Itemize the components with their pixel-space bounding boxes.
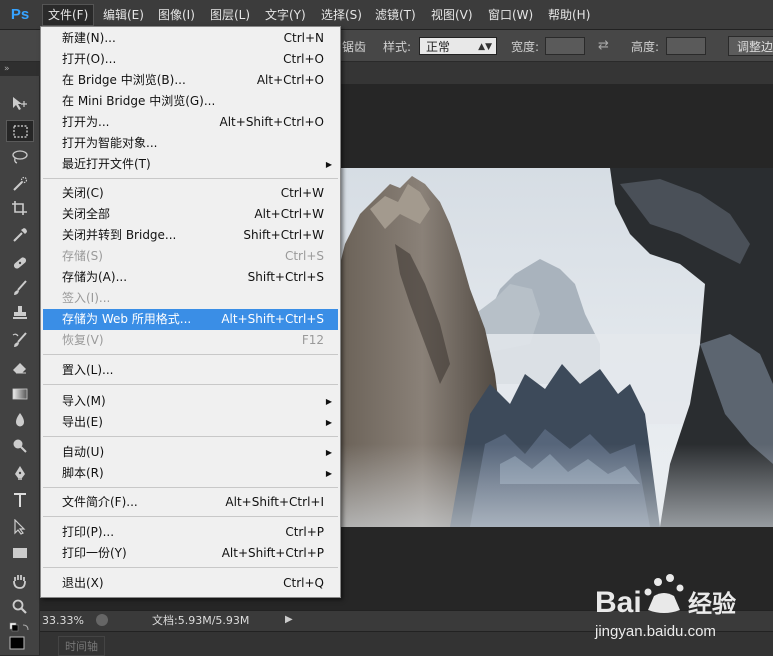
menu-item-open-smart-object[interactable]: 打开为智能对象... [43, 133, 338, 154]
menu-view[interactable]: 视图(V) [426, 5, 478, 25]
width-label: 宽度: [511, 40, 540, 54]
chevron-down-icon: ▲▼ [478, 42, 492, 52]
file-menu: 新建(N)... Ctrl+N 打开(O)... Ctrl+O 在 Bridge 中… [40, 26, 341, 598]
quick-selection-tool[interactable] [6, 173, 34, 195]
clone-stamp-tool[interactable] [6, 302, 34, 324]
height-label: 高度: [631, 40, 660, 54]
baidu-jingyan-watermark: Bai 经验 jingyan.baidu.com [590, 570, 770, 650]
height-input[interactable] [666, 37, 706, 55]
status-menu-arrow-icon[interactable]: ▶ [285, 614, 293, 625]
menu-type[interactable]: 文字(Y) [260, 5, 311, 25]
menu-item-exit[interactable]: 退出(X) Ctrl+Q [43, 573, 338, 594]
document-status-icon[interactable] [96, 614, 108, 626]
menu-item-browse-mini-bridge[interactable]: 在 Mini Bridge 中浏览(G)... [43, 91, 338, 112]
menu-item-place[interactable]: 置入(L)... [43, 360, 338, 381]
menu-filter[interactable]: 滤镜(T) [370, 5, 421, 25]
menu-image[interactable]: 图像(I) [153, 5, 200, 25]
menu-item-save-for-web[interactable]: 存储为 Web 所用格式... Alt+Shift+Ctrl+S [43, 309, 338, 330]
menu-item-new[interactable]: 新建(N)... Ctrl+N [43, 28, 338, 49]
menu-item-save[interactable]: 存储(S) Ctrl+S [43, 246, 338, 267]
menu-layer[interactable]: 图层(L) [205, 5, 255, 25]
menu-item-print[interactable]: 打印(P)... Ctrl+P [43, 522, 338, 543]
path-selection-tool[interactable] [6, 516, 34, 538]
color-swatches[interactable] [6, 620, 34, 654]
brush-tool[interactable] [6, 277, 34, 299]
submenu-arrow-icon: ▶ [325, 397, 332, 406]
hand-tool[interactable] [6, 570, 34, 592]
eraser-tool[interactable] [6, 356, 34, 378]
menu-edit[interactable]: 编辑(E) [98, 5, 149, 25]
lasso-tool[interactable] [6, 146, 34, 168]
width-input[interactable] [545, 37, 585, 55]
dodge-tool[interactable] [6, 435, 34, 457]
menu-window[interactable]: 窗口(W) [483, 5, 538, 25]
type-tool[interactable] [6, 489, 34, 511]
mountain-photo [300, 84, 773, 527]
menu-item-file-info[interactable]: 文件简介(F)... Alt+Shift+Ctrl+I [43, 492, 338, 513]
watermark-brand: Bai [595, 586, 642, 619]
style-select-value: 正常 [426, 40, 451, 54]
menu-item-check-in[interactable]: 签入(I)... [43, 288, 338, 309]
menu-item-automate[interactable]: 自动(U) ▶ [43, 442, 338, 463]
menu-separator [43, 487, 338, 488]
menu-separator [43, 384, 338, 385]
menu-separator [43, 567, 338, 568]
healing-brush-tool[interactable] [6, 252, 34, 274]
menu-select[interactable]: 选择(S) [316, 5, 367, 25]
document-size: 文档:5.93M/5.93M [152, 614, 250, 627]
move-tool[interactable] [6, 92, 34, 114]
menu-item-close[interactable]: 关闭(C) Ctrl+W [43, 183, 338, 204]
swap-icon[interactable]: ⇄ [598, 39, 614, 53]
style-select[interactable]: 正常 ▲▼ [419, 37, 497, 55]
menu-item-browse-bridge[interactable]: 在 Bridge 中浏览(B)... Alt+Ctrl+O [43, 70, 338, 91]
tools-panel [0, 76, 40, 655]
menu-item-recent-files[interactable]: 最近打开文件(T) ▶ [43, 154, 338, 175]
style-label: 样式: [383, 40, 412, 54]
menu-item-print-one-copy[interactable]: 打印一份(Y) Alt+Shift+Ctrl+P [43, 543, 338, 564]
panel-collapse-icon[interactable]: » [0, 62, 40, 76]
crop-tool[interactable] [6, 197, 34, 219]
blur-tool[interactable] [6, 409, 34, 431]
marquee-tool[interactable] [6, 120, 34, 142]
menu-help[interactable]: 帮助(H) [543, 5, 595, 25]
menu-item-save-as[interactable]: 存储为(A)... Shift+Ctrl+S [43, 267, 338, 288]
menu-item-scripts[interactable]: 脚本(R) ▶ [43, 463, 338, 484]
eyedropper-tool[interactable] [6, 224, 34, 246]
pen-tool[interactable] [6, 462, 34, 484]
timeline-tab[interactable]: 时间轴 [58, 636, 105, 656]
menu-separator [43, 516, 338, 517]
menu-separator [43, 436, 338, 437]
menu-item-close-all[interactable]: 关闭全部 Alt+Ctrl+W [43, 204, 338, 225]
photoshop-logo: Ps [10, 6, 30, 23]
rectangle-tool[interactable] [6, 542, 34, 564]
menu-file[interactable]: 文件(F) [42, 4, 95, 26]
zoom-tool[interactable] [6, 596, 34, 618]
menu-item-open[interactable]: 打开(O)... Ctrl+O [43, 49, 338, 70]
zoom-level[interactable]: 33.33% [42, 613, 90, 628]
menu-separator [43, 178, 338, 179]
menu-item-open-as[interactable]: 打开为... Alt+Shift+Ctrl+O [43, 112, 338, 133]
refine-edge-button[interactable]: 调整边 [728, 36, 773, 56]
submenu-arrow-icon: ▶ [325, 418, 332, 427]
menu-item-export[interactable]: 导出(E) ▶ [43, 412, 338, 433]
submenu-arrow-icon: ▶ [325, 469, 332, 478]
submenu-arrow-icon: ▶ [325, 448, 332, 457]
history-brush-tool[interactable] [6, 329, 34, 351]
menu-separator [43, 354, 338, 355]
watermark-url: jingyan.baidu.com [594, 623, 716, 640]
antialias-label: 锯齿 [342, 40, 367, 54]
gradient-tool[interactable] [6, 383, 34, 405]
menu-item-close-go-bridge[interactable]: 关闭并转到 Bridge... Shift+Ctrl+W [43, 225, 338, 246]
menu-item-import[interactable]: 导入(M) ▶ [43, 391, 338, 412]
submenu-arrow-icon: ▶ [325, 160, 332, 169]
menu-item-revert[interactable]: 恢复(V) F12 [43, 330, 338, 351]
watermark-suffix: 经验 [688, 590, 736, 618]
